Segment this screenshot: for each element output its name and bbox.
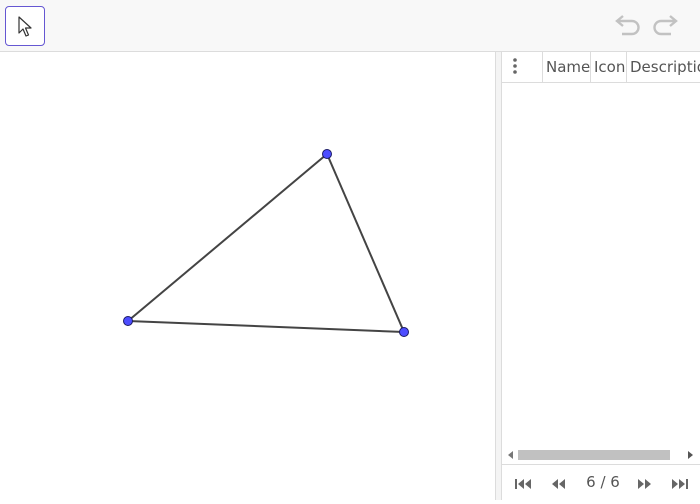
toolbar xyxy=(0,0,700,52)
column-header-name[interactable]: Name xyxy=(543,52,591,82)
point-c[interactable] xyxy=(399,327,409,337)
redo-icon[interactable] xyxy=(651,14,679,38)
column-header-description[interactable]: Description xyxy=(627,52,700,82)
column-header-icon[interactable]: Icon xyxy=(591,52,627,82)
scrollbar-thumb[interactable] xyxy=(518,450,670,460)
column-menu-button[interactable] xyxy=(502,52,543,82)
triangle-construction[interactable] xyxy=(0,52,495,500)
segment-ca[interactable] xyxy=(127,320,405,333)
more-vert-icon xyxy=(513,58,517,74)
view-splitter[interactable] xyxy=(495,52,502,500)
scroll-right-arrow-icon[interactable] xyxy=(688,451,693,459)
point-a[interactable] xyxy=(123,316,133,326)
step-counter: 6 / 6 xyxy=(586,473,620,491)
move-tool-button[interactable] xyxy=(5,6,45,46)
segment-ab[interactable] xyxy=(127,153,328,322)
undo-icon[interactable] xyxy=(614,14,642,38)
table-header: Name Icon Description xyxy=(502,52,700,83)
last-step-icon[interactable] xyxy=(671,478,689,490)
step-navigation-bar: 6 / 6 xyxy=(502,464,700,500)
scroll-left-arrow-icon[interactable] xyxy=(508,451,513,459)
next-step-icon[interactable] xyxy=(635,478,653,490)
previous-step-icon[interactable] xyxy=(550,478,568,490)
graphics-view[interactable] xyxy=(0,52,495,500)
segment-bc[interactable] xyxy=(326,153,405,333)
first-step-icon[interactable] xyxy=(514,478,532,490)
point-b[interactable] xyxy=(322,149,332,159)
horizontal-scrollbar[interactable] xyxy=(506,448,696,462)
construction-protocol-panel: Name Icon Description 6 / 6 xyxy=(502,52,700,500)
pointer-arrow-icon xyxy=(18,16,32,37)
